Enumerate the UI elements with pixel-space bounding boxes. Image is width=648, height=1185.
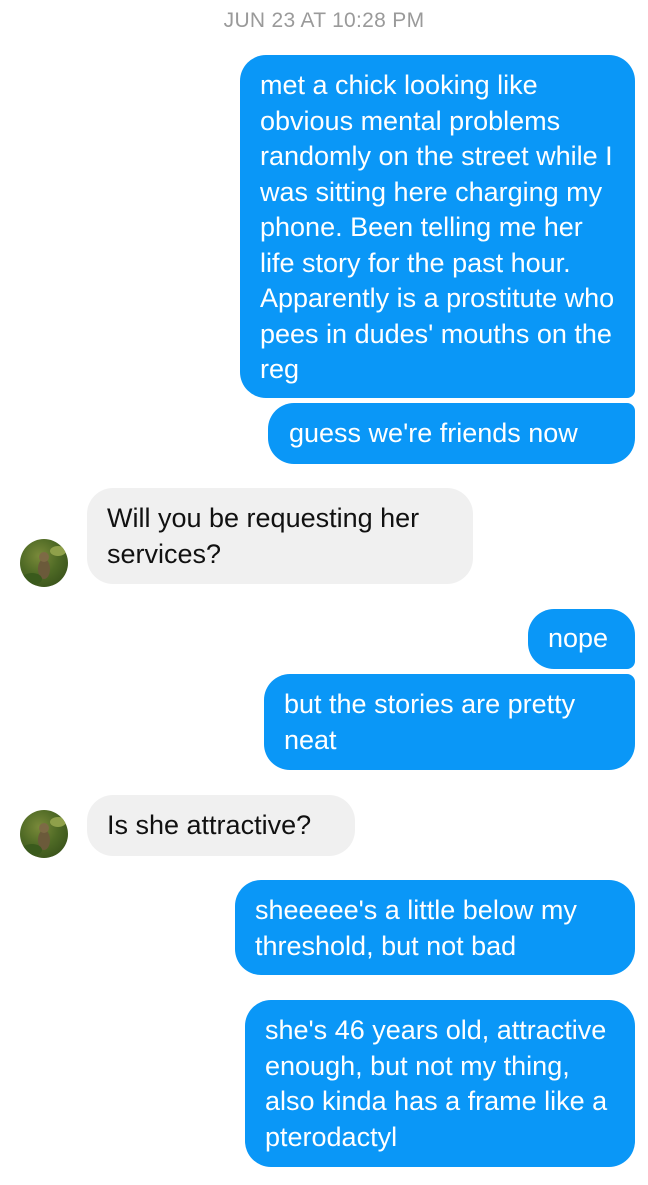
outgoing-message-bubble[interactable]: guess we're friends now xyxy=(268,403,635,464)
outgoing-message-bubble[interactable]: nope xyxy=(528,609,635,669)
incoming-message-bubble[interactable]: Is she attractive? xyxy=(87,795,355,856)
outgoing-message-bubble[interactable]: met a chick looking like obvious mental … xyxy=(240,55,635,398)
incoming-message-bubble[interactable]: Will you be requesting her services? xyxy=(87,488,473,584)
outgoing-message-bubble[interactable]: sheeeee's a little below my threshold, b… xyxy=(235,880,635,975)
outgoing-message-bubble[interactable]: she's 46 years old, attractive enough, b… xyxy=(245,1000,635,1167)
contact-avatar-icon[interactable] xyxy=(20,810,68,858)
outgoing-message-bubble[interactable]: but the stories are pretty neat xyxy=(264,674,635,770)
contact-avatar-icon[interactable] xyxy=(20,539,68,587)
chat-timestamp: JUN 23 AT 10:28 PM xyxy=(223,9,425,32)
